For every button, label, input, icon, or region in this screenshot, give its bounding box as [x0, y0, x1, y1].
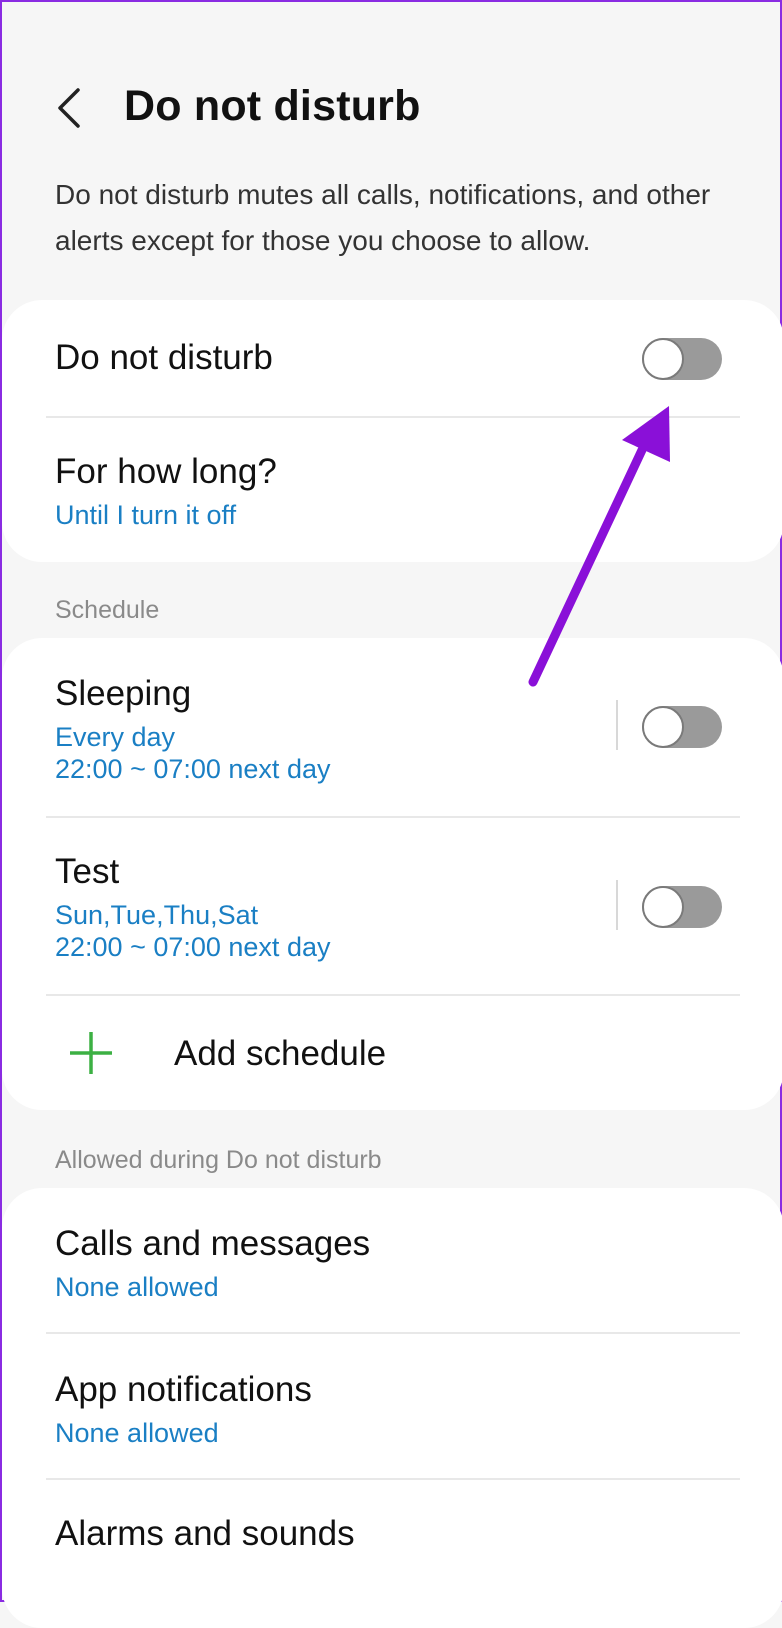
schedule-time: 22:00 ~ 07:00 next day [55, 754, 331, 784]
back-arrow-icon[interactable] [52, 84, 88, 132]
allowed-section-label: Allowed during Do not disturb [55, 1146, 382, 1174]
allowed-item-calls[interactable]: Calls and messages None allowed [2, 1188, 782, 1332]
allowed-item-value: None allowed [55, 1418, 219, 1448]
page-description: Do not disturb mutes all calls, notifica… [55, 179, 711, 256]
schedule-days: Every day [55, 722, 176, 752]
schedule-title: Test [55, 852, 120, 891]
toggle-knob [642, 338, 684, 380]
allowed-item-title: Calls and messages [55, 1224, 371, 1263]
schedule-section-label: Schedule [55, 596, 160, 624]
allowed-item-alarms[interactable]: Alarms and sounds [2, 1480, 782, 1604]
duration-value: Until I turn it off [55, 500, 237, 530]
schedule-item-sleeping[interactable]: Sleeping Every day 22:00 ~ 07:00 next da… [2, 638, 782, 816]
add-schedule-button[interactable]: Add schedule [2, 996, 782, 1110]
duration-row[interactable]: For how long? Until I turn it off [2, 418, 782, 562]
schedule-card: Sleeping Every day 22:00 ~ 07:00 next da… [2, 638, 782, 1110]
dnd-master-label: Do not disturb [55, 338, 273, 377]
allowed-item-value: None allowed [55, 1272, 219, 1302]
vertical-separator [616, 880, 618, 930]
duration-label: For how long? [55, 452, 277, 491]
toggle-knob [642, 886, 684, 928]
schedule-item-test[interactable]: Test Sun,Tue,Thu,Sat 22:00 ~ 07:00 next … [2, 818, 782, 994]
plus-icon [70, 1032, 112, 1074]
header-bar: Do not disturb [2, 62, 780, 152]
schedule-days: Sun,Tue,Thu,Sat [55, 900, 259, 930]
allowed-item-apps[interactable]: App notifications None allowed [2, 1334, 782, 1478]
toggle-knob [642, 706, 684, 748]
allowed-card: Calls and messages None allowed App noti… [2, 1188, 782, 1628]
schedule-toggle-test[interactable] [642, 886, 722, 928]
schedule-toggle-sleeping[interactable] [642, 706, 722, 748]
dnd-card: Do not disturb For how long? Until I tur… [2, 300, 782, 562]
allowed-item-title: App notifications [55, 1370, 312, 1409]
page-title: Do not disturb [124, 82, 421, 130]
vertical-separator [616, 700, 618, 750]
schedule-time: 22:00 ~ 07:00 next day [55, 932, 331, 962]
schedule-title: Sleeping [55, 674, 192, 713]
add-schedule-label: Add schedule [174, 1034, 387, 1073]
dnd-master-row[interactable]: Do not disturb [2, 300, 782, 416]
dnd-master-toggle[interactable] [642, 338, 722, 380]
allowed-item-title: Alarms and sounds [55, 1514, 355, 1553]
